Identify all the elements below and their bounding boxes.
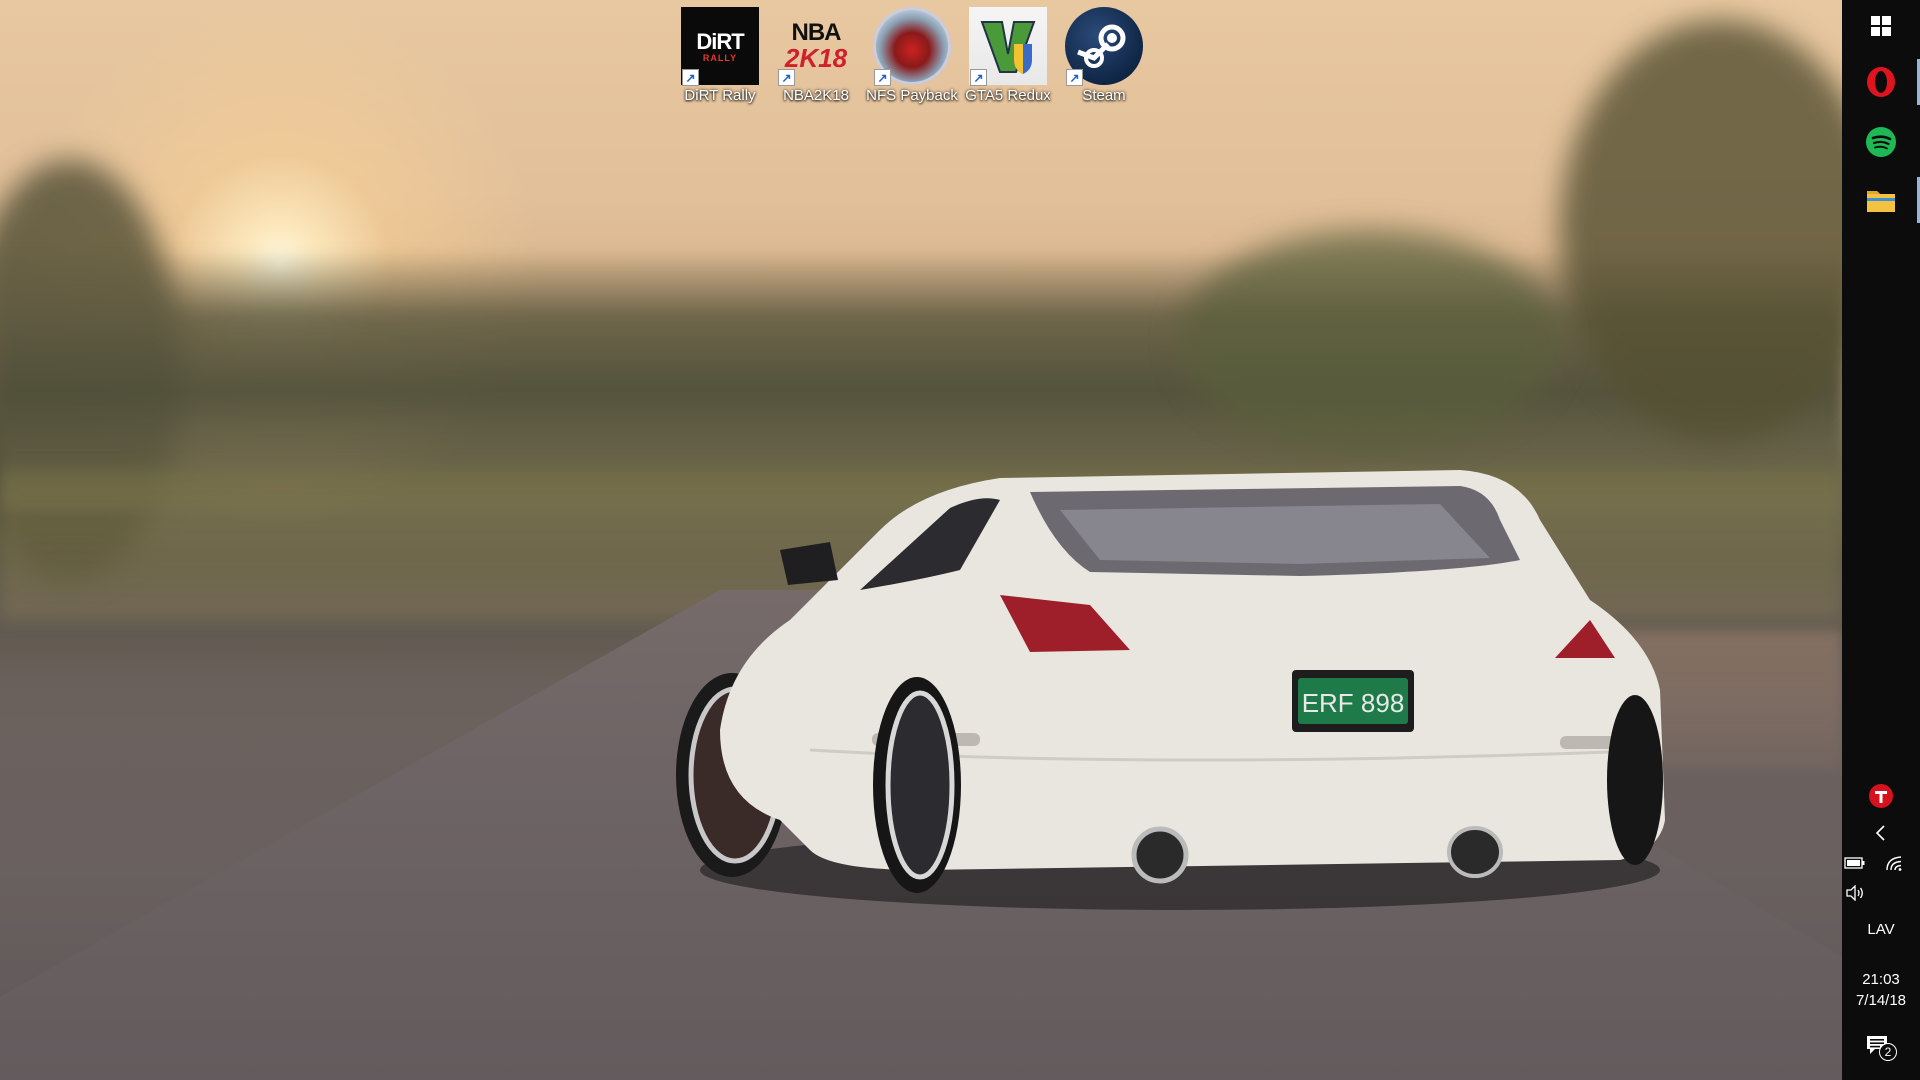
taskbar-opera[interactable]	[1842, 56, 1920, 108]
spotify-icon	[1866, 127, 1896, 157]
shortcut-arrow-icon: ↗	[970, 69, 987, 86]
clock-button[interactable]: 21:03 7/14/18	[1842, 960, 1920, 1020]
action-center-button[interactable]: 2	[1842, 1018, 1920, 1076]
desktop-icon-nba2k18[interactable]: NBA 2K18 ↗ NBA2K18	[772, 6, 860, 110]
wallpaper-car: ERF 898	[676, 470, 1665, 910]
desktop-icon-steam[interactable]: ↗ Steam	[1060, 6, 1148, 110]
desktop-icon-label: GTA5 Redux	[965, 87, 1051, 104]
folder-icon	[1867, 191, 1895, 212]
start-button[interactable]	[1842, 0, 1920, 52]
desktop-icon-label: NFS Payback	[866, 87, 958, 104]
wallpaper-trees-mid	[1180, 230, 1560, 450]
desktop-icon-label: NBA2K18	[783, 87, 849, 104]
desktop[interactable]: ERF 898 DiRT RALLY ↗ DiRT Rally NBA 2K18	[0, 0, 1842, 1080]
clock-date: 7/14/18	[1855, 992, 1907, 1009]
chevron-left-icon	[1875, 825, 1885, 841]
shortcut-arrow-icon: ↗	[778, 69, 795, 86]
volume-button[interactable]	[1830, 882, 1880, 904]
shortcut-arrow-icon: ↗	[874, 69, 891, 86]
shortcut-arrow-icon: ↗	[682, 69, 699, 86]
desktop-icon-gta5-redux[interactable]: ↗ GTA5 Redux	[964, 6, 1052, 110]
network-button[interactable]	[1870, 852, 1920, 874]
desktop-icon-label: DiRT Rally	[684, 87, 756, 104]
opera-icon	[1867, 67, 1895, 97]
desktop-icon-label: Steam	[1082, 87, 1126, 104]
input-language-label: LAV	[1867, 920, 1895, 938]
speaker-icon	[1846, 885, 1863, 901]
shortcut-arrow-icon: ↗	[1066, 69, 1083, 86]
red-tray-app-icon	[1869, 784, 1893, 808]
desktop-icons: DiRT RALLY ↗ DiRT Rally NBA 2K18 ↗ NBA2K…	[676, 6, 1148, 110]
clock-time: 21:03	[1862, 971, 1900, 988]
notifications-icon: 2	[1866, 1033, 1897, 1061]
input-language-button[interactable]: LAV	[1842, 904, 1920, 954]
taskbar-file-explorer[interactable]	[1842, 174, 1920, 226]
desktop-icon-nfs-payback[interactable]: ↗ NFS Payback	[866, 6, 958, 110]
windows-logo-icon	[1871, 16, 1891, 36]
wifi-icon	[1886, 856, 1902, 871]
taskbar: LAV 21:03 7/14/18 2	[1842, 0, 1920, 1080]
battery-icon	[1844, 857, 1865, 869]
taskbar-spotify[interactable]	[1842, 116, 1920, 168]
desktop-icon-dirt-rally[interactable]: DiRT RALLY ↗ DiRT Rally	[676, 6, 764, 110]
license-plate-text: ERF 898	[1302, 688, 1405, 718]
show-hidden-icons-button[interactable]	[1842, 808, 1920, 858]
notification-count-badge: 2	[1879, 1043, 1897, 1061]
